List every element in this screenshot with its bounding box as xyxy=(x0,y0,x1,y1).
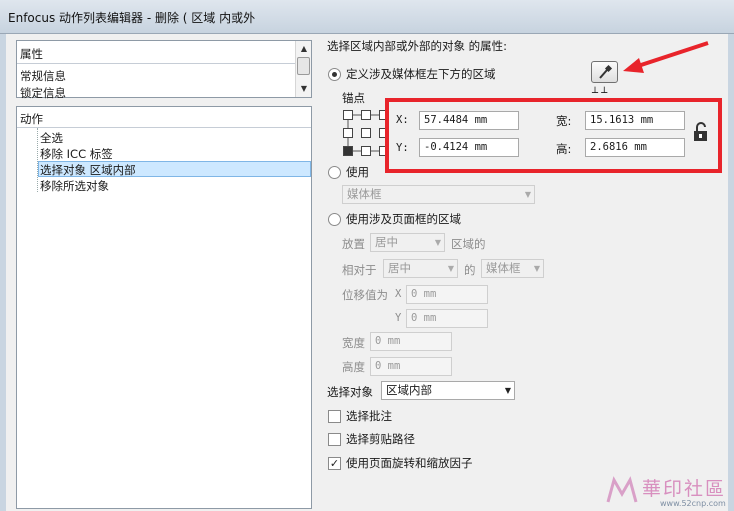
chevron-down-icon: ▼ xyxy=(504,386,511,395)
tree-line xyxy=(37,128,38,192)
place-label: 放置 xyxy=(342,237,365,251)
chevron-down-icon: ▼ xyxy=(434,238,441,247)
use-box-select[interactable]: 媒体框 ▼ xyxy=(342,185,535,204)
offset-x-field[interactable]: 0 mm xyxy=(406,285,488,304)
place-select-value: 居中 xyxy=(375,235,398,249)
relative-box-select[interactable]: 媒体框 ▼ xyxy=(481,259,544,278)
actions-panel: 动作 全选 移除 ICC 标签 选择对象 区域内部 移除所选对象 xyxy=(16,106,312,509)
anchor-top-left[interactable] xyxy=(343,110,353,120)
of-label: 的 xyxy=(464,263,476,277)
header-divider xyxy=(17,127,311,128)
window-title: Enfocus 动作列表编辑器 - 删除 ( 区域 内或外 xyxy=(8,11,256,25)
chevron-down-icon: ▼ xyxy=(447,264,454,273)
chevron-down-icon: ▼ xyxy=(533,264,540,273)
scroll-down-icon[interactable]: ▼ xyxy=(296,81,312,97)
select-object-label: 选择对象 xyxy=(327,385,373,399)
anchor-bottom-left[interactable] xyxy=(343,146,353,156)
relative-label: 相对于 xyxy=(342,263,377,277)
actions-header: 动作 xyxy=(20,112,43,126)
properties-panel: 属性 常规信息 锁定信息 ▲ ▼ xyxy=(16,40,312,101)
window-frame-right xyxy=(728,34,734,511)
scroll-up-icon[interactable]: ▲ xyxy=(296,41,312,57)
radio-use-label: 使用 xyxy=(346,165,369,179)
height2-field[interactable]: 0 mm xyxy=(370,357,452,376)
radio-page-box-label: 使用涉及页面框的区域 xyxy=(346,212,461,226)
select-object-select[interactable]: 区域内部 ▼ xyxy=(381,381,515,400)
use-box-select-value: 媒体框 xyxy=(347,187,382,201)
checkbox-clip-path-label: 选择剪贴路径 xyxy=(346,432,415,446)
checkbox-clip-path[interactable] xyxy=(328,433,341,446)
offset-y-field[interactable]: 0 mm xyxy=(406,309,488,328)
watermark-text: 華印社區 xyxy=(642,478,727,500)
action-item-remove-icc[interactable]: 移除 ICC 标签 xyxy=(40,146,113,162)
anchor-top-center[interactable] xyxy=(361,110,371,120)
watermark-logo-icon xyxy=(606,476,638,503)
properties-scrollbar[interactable]: ▲ ▼ xyxy=(295,41,311,97)
red-arrow-annotation xyxy=(623,41,709,73)
eyedropper-icon xyxy=(599,64,613,79)
header-divider xyxy=(17,63,295,64)
radio-define-region-label: 定义涉及媒体框左下方的区域 xyxy=(346,67,496,81)
relative-select[interactable]: 居中 ▼ xyxy=(383,259,458,278)
select-object-value: 区域内部 xyxy=(386,383,432,397)
checkbox-annotations-label: 选择批注 xyxy=(346,409,392,423)
anchor-grid[interactable] xyxy=(342,109,390,157)
offset-x-label: X xyxy=(395,288,402,300)
relative-box-select-value: 媒体框 xyxy=(486,261,521,275)
chevron-down-icon: ▼ xyxy=(524,190,531,199)
action-item-select-all[interactable]: 全选 xyxy=(40,130,63,146)
height2-label: 高度 xyxy=(342,360,365,374)
area-of-label: 区域的 xyxy=(451,237,486,251)
width2-label: 宽度 xyxy=(342,336,365,350)
width2-field[interactable]: 0 mm xyxy=(370,332,452,351)
anchor-middle-left[interactable] xyxy=(343,128,353,138)
red-highlight-box xyxy=(385,98,722,173)
title-bar: Enfocus 动作列表编辑器 - 删除 ( 区域 内或外 xyxy=(0,0,734,34)
relative-select-value: 居中 xyxy=(388,261,411,275)
properties-header: 属性 xyxy=(20,47,43,61)
offset-y-label: Y xyxy=(395,312,402,324)
checkbox-rotate-scale-label: 使用页面旋转和缩放因子 xyxy=(346,456,473,470)
action-item-select-region[interactable]: 选择对象 区域内部 xyxy=(40,162,136,178)
properties-item-lock[interactable]: 锁定信息 xyxy=(20,85,66,101)
window-frame-left xyxy=(0,34,6,511)
radio-page-box[interactable] xyxy=(328,213,341,226)
anchor-center[interactable] xyxy=(361,128,371,138)
radio-use[interactable] xyxy=(328,166,341,179)
anchor-label: 锚点 xyxy=(342,91,365,105)
watermark-url: www.52cnp.com xyxy=(660,499,726,508)
place-select[interactable]: 居中 ▼ xyxy=(370,233,445,252)
checkbox-rotate-scale[interactable]: ✓ xyxy=(328,457,341,470)
anchor-bottom-center[interactable] xyxy=(361,146,371,156)
action-item-remove-selected[interactable]: 移除所选对象 xyxy=(40,178,109,194)
properties-item-general[interactable]: 常规信息 xyxy=(20,68,66,84)
scroll-thumb[interactable] xyxy=(297,57,310,75)
section-title: 选择区域内部或外部的对象 的属性: xyxy=(327,39,508,53)
radio-define-region[interactable] xyxy=(328,68,341,81)
checkbox-annotations[interactable] xyxy=(328,410,341,423)
eyedropper-button[interactable] xyxy=(591,61,618,83)
offset-label: 位移值为 xyxy=(342,288,388,302)
